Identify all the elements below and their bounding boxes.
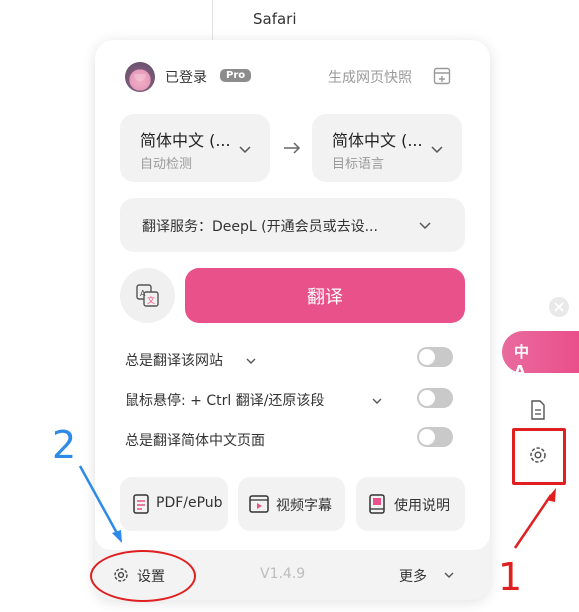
snapshot-icon[interactable]: [433, 67, 451, 85]
chevron-down-icon: [444, 572, 454, 578]
side-translate-button[interactable]: 中A: [502, 331, 579, 380]
translation-service-select[interactable]: 翻译服务：DeepL (开通会员或去设...: [120, 198, 465, 252]
source-language-name: 简体中文 (...: [140, 131, 231, 150]
side-close-button[interactable]: [549, 297, 569, 317]
hover-translate-toggle[interactable]: [417, 388, 453, 408]
translate-popup: 已登录 Pro 生成网页快照 简体中文 (... 自动检测 简体中文 (... …: [95, 40, 490, 600]
target-language-select[interactable]: 简体中文 (... 目标语言: [312, 114, 462, 182]
always-translate-chinese-toggle[interactable]: [417, 427, 453, 447]
annotation-arrow-red: [513, 494, 553, 549]
instructions-button[interactable]: 使用说明: [356, 477, 465, 531]
book-icon: [369, 494, 385, 514]
chevron-down-icon: [239, 146, 251, 154]
chevron-down-icon[interactable]: [371, 395, 383, 407]
video-subtitle-button[interactable]: 视频字幕: [238, 477, 345, 531]
annotation-number-2: 2: [52, 423, 77, 467]
snapshot-button[interactable]: 生成网页快照: [328, 67, 412, 87]
option-always-translate-site: 总是翻译该网站: [125, 353, 223, 369]
pdf-epub-label: PDF/ePub: [156, 495, 223, 511]
target-language-hint: 目标语言: [332, 157, 385, 172]
translate-icon: 中A: [514, 343, 530, 380]
video-subtitle-label: 视频字幕: [276, 498, 332, 514]
popup-main: 已登录 Pro 生成网页快照 简体中文 (... 自动检测 简体中文 (... …: [95, 40, 490, 550]
chevron-down-icon: [431, 146, 443, 154]
chevron-down-icon[interactable]: [245, 355, 257, 367]
translate-swap-icon: A 文: [136, 284, 159, 307]
option-always-translate-chinese: 总是翻译简体中文页面: [125, 433, 265, 449]
page-divider: [212, 0, 213, 40]
source-language-hint: 自动检测: [140, 157, 193, 172]
translate-button[interactable]: 翻译: [185, 268, 465, 323]
option-hover-translate: 鼠标悬停: + Ctrl 翻译/还原该段: [125, 393, 325, 409]
annotation-highlight-ellipse: [90, 550, 196, 602]
browser-label: Safari: [253, 10, 297, 28]
swap-language-button[interactable]: A 文: [120, 268, 175, 323]
login-status: 已登录: [165, 70, 207, 86]
annotation-highlight-box: [512, 428, 566, 485]
version-label: V1.4.9: [260, 566, 306, 582]
annotation-number-1: 1: [498, 555, 523, 599]
avatar[interactable]: [125, 62, 155, 92]
instructions-label: 使用说明: [394, 498, 450, 514]
pro-badge: Pro: [220, 69, 252, 82]
svg-text:A: A: [140, 289, 146, 298]
document-icon[interactable]: [528, 399, 548, 421]
chevron-down-icon: [419, 222, 431, 230]
video-icon: [249, 495, 269, 513]
annotation-arrowhead-red: [546, 488, 556, 502]
more-button[interactable]: 更多: [399, 566, 427, 586]
arrow-right-icon: [284, 142, 301, 154]
source-language-select[interactable]: 简体中文 (... 自动检测: [120, 114, 270, 182]
close-icon: [554, 302, 564, 312]
translation-service-label: 翻译服务：DeepL (开通会员或去设...: [142, 219, 378, 235]
pdf-epub-button[interactable]: PDF/ePub: [120, 477, 228, 531]
svg-text:文: 文: [147, 295, 155, 305]
target-language-name: 简体中文 (...: [332, 131, 423, 150]
pdf-icon: [133, 494, 149, 514]
toggle-knob: [419, 349, 435, 365]
always-translate-site-toggle[interactable]: [417, 347, 453, 367]
toggle-knob: [419, 429, 435, 445]
toggle-knob: [419, 390, 435, 406]
